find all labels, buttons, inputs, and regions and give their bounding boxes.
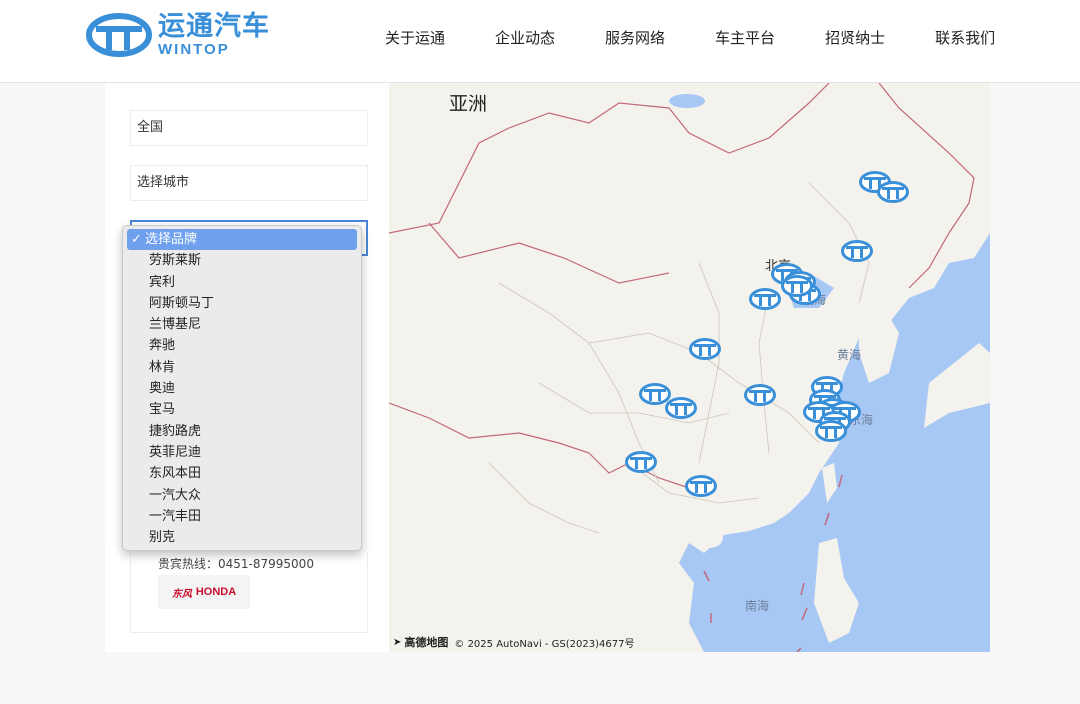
- brand-option[interactable]: 林肯: [127, 357, 357, 378]
- brand-option[interactable]: 别克: [127, 527, 357, 548]
- brand-option[interactable]: 奥迪: [127, 378, 357, 399]
- map-label-asia: 亚洲: [449, 93, 488, 115]
- philippines-land: [814, 538, 859, 643]
- nav-item-service-network[interactable]: 服务网络: [605, 27, 665, 48]
- brand-option[interactable]: 劳斯莱斯: [127, 250, 357, 271]
- wintop-logo-icon[interactable]: [841, 240, 873, 262]
- brand-option[interactable]: 东风本田: [127, 463, 357, 484]
- brand-option[interactable]: 兰博基尼: [127, 314, 357, 335]
- mainland-land: [389, 83, 990, 652]
- korea-land: [859, 308, 899, 383]
- brand-option[interactable]: 一汽大众: [127, 485, 357, 506]
- lake: [669, 94, 705, 108]
- brand-option[interactable]: 宝马: [127, 399, 357, 420]
- brand-option[interactable]: 一汽丰田: [127, 506, 357, 527]
- brand-option[interactable]: 英菲尼迪: [127, 442, 357, 463]
- japan-land: [924, 343, 990, 428]
- brand-option[interactable]: 宾利: [127, 272, 357, 293]
- brand-option[interactable]: 阿斯顿马丁: [127, 293, 357, 314]
- brand-dropdown-menu: ✓ 选择品牌 劳斯莱斯 宾利 阿斯顿马丁 兰博基尼 奔驰 林肯 奥迪 宝马 捷豹路…: [122, 225, 362, 551]
- nav-item-contact[interactable]: 联系我们: [935, 27, 995, 48]
- hainan-land: [695, 528, 723, 548]
- wintop-logo-icon: [86, 13, 152, 57]
- main-nav: 关于运通 企业动态 服务网络 车主平台 招贤纳士 联系我们: [360, 0, 1020, 74]
- site-header: 运通汽车 WINTOP 关于运通 企业动态 服务网络 车主平台 招贤纳士 联系我…: [0, 0, 1080, 83]
- wintop-logo-icon[interactable]: [815, 420, 847, 442]
- brand-logo-word: HONDA: [195, 586, 237, 598]
- dealer-hotline: 贵宾热线：0451-87995000: [158, 557, 314, 571]
- map-label-huanghai: 黄海: [837, 348, 862, 362]
- brand-option[interactable]: 捷豹路虎: [127, 421, 357, 442]
- attribution-text: © 2025 AutoNavi - GS(2023)4677号: [454, 638, 635, 650]
- checkmark-icon: ✓: [131, 232, 142, 247]
- wintop-logo-icon[interactable]: [877, 181, 909, 203]
- map-label-nanhai: 南海: [745, 599, 770, 613]
- region-select[interactable]: 全国: [130, 110, 368, 146]
- city-select[interactable]: 选择城市: [130, 165, 368, 201]
- wintop-logo-icon[interactable]: [665, 397, 697, 419]
- wintop-logo-icon[interactable]: [744, 384, 776, 406]
- nav-item-about[interactable]: 关于运通: [385, 27, 445, 48]
- wintop-logo-icon[interactable]: [625, 451, 657, 473]
- brand-logo-script: 东风: [171, 588, 192, 600]
- wintop-logo-icon[interactable]: [685, 475, 717, 497]
- nav-item-careers[interactable]: 招贤纳士: [825, 27, 885, 48]
- brand-name-cn: 运通汽车: [158, 11, 270, 42]
- taiwan-land: [822, 463, 837, 503]
- navigation-arrow-icon: ➤: [393, 636, 402, 648]
- brand-option-selected[interactable]: ✓ 选择品牌: [127, 229, 357, 251]
- dealer-map[interactable]: 亚洲 北京 渤海 黄海 东海 南海 ➤ 高德地图 © 2025 AutoNavi…: [389, 83, 990, 652]
- map-canvas: [389, 83, 990, 652]
- wintop-logo-icon[interactable]: [689, 338, 721, 360]
- brand-logo[interactable]: 运通汽车 WINTOP: [86, 12, 270, 58]
- map-attribution: ➤ 高德地图 © 2025 AutoNavi - GS(2023)4677号: [393, 634, 634, 650]
- amap-logo[interactable]: 高德地图: [404, 634, 448, 650]
- brand-option[interactable]: 奔驰: [127, 335, 357, 356]
- wintop-logo-icon[interactable]: [781, 275, 813, 297]
- dongfeng-honda-logo: 东风 HONDA: [158, 575, 250, 609]
- wintop-logo-icon[interactable]: [749, 288, 781, 310]
- nav-item-news[interactable]: 企业动态: [495, 27, 555, 48]
- nav-item-owner-platform[interactable]: 车主平台: [715, 27, 775, 48]
- brand-name-en: WINTOP: [158, 41, 230, 58]
